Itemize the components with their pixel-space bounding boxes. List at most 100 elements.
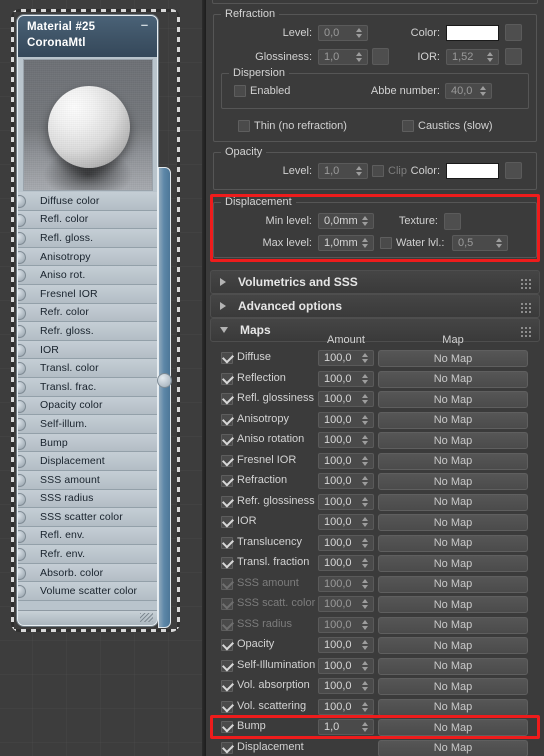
spinner-arrows-icon[interactable]: [358, 214, 371, 228]
refraction-level-spinner[interactable]: 0,0: [318, 25, 368, 41]
socket-dot-icon[interactable]: [18, 455, 26, 469]
map-row[interactable]: Refl. glossiness 100,0 No Map: [206, 389, 544, 410]
map-enable-checkbox[interactable]: [221, 434, 233, 446]
opacity-color-map-button[interactable]: [505, 162, 522, 179]
node-socket-row[interactable]: Absorb. color: [18, 563, 157, 583]
map-enable-checkbox[interactable]: [221, 475, 233, 487]
map-amount-spinner[interactable]: 100,0: [318, 350, 374, 366]
node-socket-row[interactable]: Fresnel IOR: [18, 284, 157, 304]
refraction-glossiness-map-button[interactable]: [372, 48, 389, 65]
spinner-arrows-icon[interactable]: [358, 556, 371, 570]
socket-dot-icon[interactable]: [18, 511, 26, 525]
node-socket-row[interactable]: Refr. gloss.: [18, 322, 157, 341]
socket-dot-icon[interactable]: [18, 287, 26, 301]
map-enable-checkbox[interactable]: [221, 393, 233, 405]
node-scrollbar[interactable]: [157, 167, 172, 628]
socket-dot-icon[interactable]: [18, 306, 26, 320]
spinner-arrows-icon[interactable]: [358, 433, 371, 447]
map-slot-button[interactable]: No Map: [378, 555, 528, 572]
map-row[interactable]: Vol. absorption 100,0 No Map: [206, 676, 544, 697]
map-enable-checkbox[interactable]: [221, 639, 233, 651]
socket-dot-icon[interactable]: [18, 343, 26, 357]
node-socket-row[interactable]: IOR: [18, 340, 157, 360]
socket-dot-icon[interactable]: [18, 492, 26, 506]
map-enable-checkbox[interactable]: [221, 680, 233, 692]
map-amount-spinner[interactable]: 100,0: [318, 452, 374, 469]
map-slot-button[interactable]: No Map: [378, 637, 528, 654]
map-slot-button[interactable]: No Map: [378, 596, 528, 613]
map-amount-spinner[interactable]: 100,0: [318, 411, 374, 428]
spinner-arrows-icon[interactable]: [358, 638, 371, 652]
map-enable-checkbox[interactable]: [221, 557, 233, 569]
material-node[interactable]: Material #25 CoronaMtl – Diffuse color Re…: [17, 15, 158, 626]
map-row[interactable]: Opacity 100,0 No Map: [206, 635, 544, 656]
node-socket-row[interactable]: Transl. frac.: [18, 377, 157, 397]
map-slot-button[interactable]: No Map: [378, 534, 528, 552]
map-enable-checkbox[interactable]: [221, 454, 233, 467]
node-socket-row[interactable]: Volume scatter color: [18, 582, 157, 602]
socket-dot-icon[interactable]: [18, 436, 26, 450]
refraction-color-swatch[interactable]: [446, 25, 499, 41]
node-socket-row[interactable]: Refr. color: [18, 303, 157, 323]
spinner-arrows-icon[interactable]: [476, 84, 489, 98]
map-amount-spinner[interactable]: 100,0: [318, 432, 374, 448]
map-row[interactable]: Diffuse 100,0 No Map: [206, 348, 544, 369]
map-enable-checkbox[interactable]: [221, 618, 233, 631]
map-enable-checkbox[interactable]: [221, 700, 233, 713]
spinner-arrows-icon[interactable]: [358, 679, 371, 693]
map-amount-spinner[interactable]: 100,0: [318, 370, 374, 387]
map-slot-button[interactable]: No Map: [378, 719, 528, 736]
map-slot-button[interactable]: No Map: [378, 391, 528, 408]
map-row[interactable]: SSS amount 100,0 No Map: [206, 574, 544, 595]
map-row[interactable]: Bump 1,0 No Map: [206, 717, 544, 738]
spinner-arrows-icon[interactable]: [358, 413, 371, 427]
map-amount-spinner[interactable]: 100,0: [318, 473, 374, 489]
map-row[interactable]: Displacement No Map: [206, 738, 544, 756]
map-slot-button[interactable]: No Map: [378, 698, 528, 716]
node-socket-row[interactable]: SSS radius: [18, 489, 157, 509]
socket-dot-icon[interactable]: [18, 529, 26, 543]
map-enable-checkbox[interactable]: [221, 598, 233, 610]
node-socket-row[interactable]: Self-illum.: [18, 415, 157, 434]
node-socket-row[interactable]: Anisotropy: [18, 247, 157, 267]
material-preview-thumbnail[interactable]: [23, 59, 153, 191]
map-row[interactable]: SSS scatt. color 100,0 No Map: [206, 594, 544, 615]
map-slot-button[interactable]: No Map: [378, 432, 528, 449]
spinner-arrows-icon[interactable]: [352, 50, 365, 64]
spinner-arrows-icon[interactable]: [358, 536, 371, 550]
map-row[interactable]: Aniso rotation 100,0 No Map: [206, 430, 544, 451]
node-socket-row[interactable]: Refr. env.: [18, 545, 157, 564]
map-slot-button[interactable]: No Map: [378, 657, 528, 675]
displacement-max-level-spinner[interactable]: 1,0mm: [318, 235, 374, 251]
map-slot-button[interactable]: No Map: [378, 452, 528, 470]
spinner-arrows-icon[interactable]: [352, 26, 365, 40]
spinner-arrows-icon[interactable]: [352, 164, 365, 178]
map-row[interactable]: Anisotropy 100,0 No Map: [206, 410, 544, 431]
water-level-checkbox[interactable]: [380, 237, 392, 249]
opacity-color-swatch[interactable]: [446, 163, 499, 179]
map-amount-spinner[interactable]: 100,0: [318, 534, 374, 551]
map-row[interactable]: Self-Illumination 100,0 No Map: [206, 656, 544, 677]
map-slot-button[interactable]: No Map: [378, 370, 528, 388]
node-socket-row[interactable]: Displacement: [18, 452, 157, 471]
map-slot-button[interactable]: No Map: [378, 739, 528, 756]
map-amount-spinner[interactable]: 100,0: [318, 698, 374, 715]
socket-dot-icon[interactable]: [18, 213, 26, 227]
socket-dot-icon[interactable]: [18, 399, 26, 413]
node-socket-row[interactable]: Opacity color: [18, 396, 157, 416]
caustics-slow-checkbox[interactable]: [402, 120, 414, 132]
water-level-spinner[interactable]: 0,5: [452, 235, 508, 251]
node-socket-row[interactable]: Transl. color: [18, 359, 157, 378]
rollout-grip-icon[interactable]: [520, 302, 531, 313]
map-amount-spinner[interactable]: 100,0: [318, 596, 374, 612]
map-slot-button[interactable]: No Map: [378, 493, 528, 511]
map-slot-button[interactable]: No Map: [378, 473, 528, 490]
abbe-number-spinner[interactable]: 40,0: [445, 83, 492, 99]
node-socket-row[interactable]: Refl. env.: [18, 526, 157, 546]
map-enable-checkbox[interactable]: [221, 741, 233, 754]
node-socket-row[interactable]: Refl. color: [18, 210, 157, 230]
map-enable-checkbox[interactable]: [221, 495, 233, 508]
map-row[interactable]: IOR 100,0 No Map: [206, 512, 544, 533]
spinner-arrows-icon[interactable]: [358, 392, 371, 406]
spinner-arrows-icon[interactable]: [358, 659, 371, 673]
